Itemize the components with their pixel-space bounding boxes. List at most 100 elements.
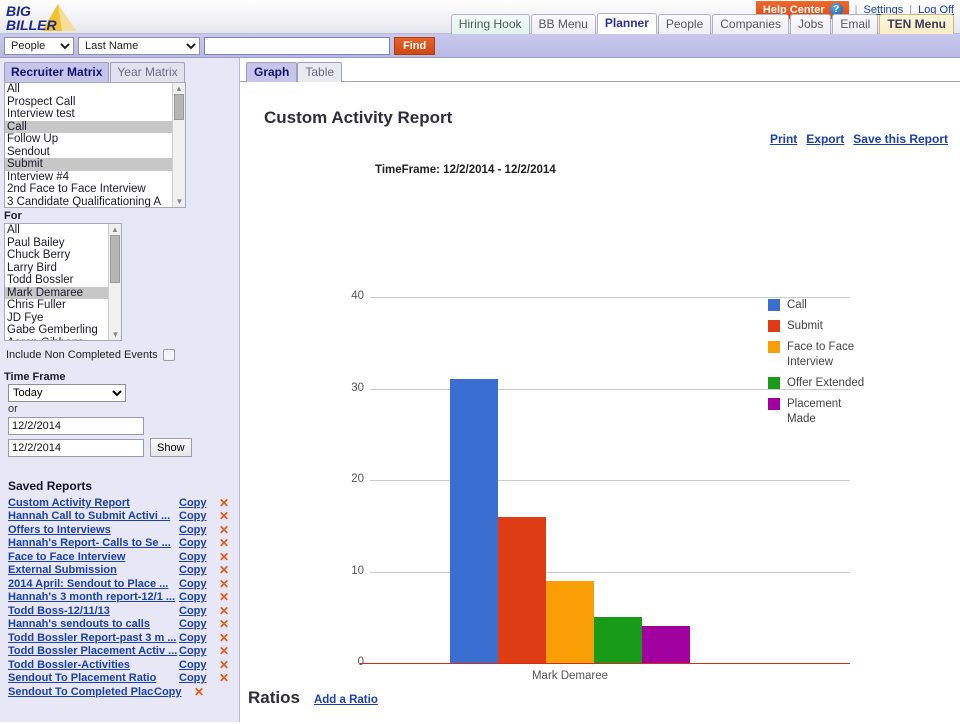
bigbiller-logo[interactable]: BIG BILLER xyxy=(4,1,88,33)
time-frame-select[interactable]: Today xyxy=(8,384,126,402)
list-item[interactable]: 2nd Face to Face Interview xyxy=(5,183,185,196)
recruiter-listbox[interactable]: All Paul Bailey Chuck Berry Larry Bird T… xyxy=(4,223,122,341)
find-button[interactable]: Find xyxy=(394,36,436,55)
copy-link[interactable]: Copy xyxy=(179,605,213,617)
list-item[interactable]: Follow Up xyxy=(5,133,185,146)
nav-tab-planner[interactable]: Planner xyxy=(596,13,657,34)
activity-list-scrollbar[interactable]: ▲ ▼ xyxy=(172,83,185,207)
nav-tab-jobs[interactable]: Jobs xyxy=(789,14,832,34)
list-item[interactable]: Mark Demaree xyxy=(5,286,121,299)
saved-report-link[interactable]: Sendout To Placement Ratio xyxy=(4,672,179,684)
saved-report-link[interactable]: Hannah's sendouts to calls xyxy=(4,618,179,630)
include-non-completed-checkbox[interactable] xyxy=(162,349,175,361)
bar-placement-made[interactable] xyxy=(642,626,690,663)
saved-report-link[interactable]: 2014 April: Sendout to Place ... xyxy=(4,578,179,590)
delete-icon[interactable]: ✕ xyxy=(213,617,235,631)
nav-tab-ten-menu[interactable]: TEN Menu xyxy=(879,14,954,34)
list-item[interactable]: Sendout xyxy=(5,146,185,159)
search-input[interactable] xyxy=(204,36,390,55)
tab-graph[interactable]: Graph xyxy=(246,62,298,82)
delete-icon[interactable]: ✕ xyxy=(213,671,235,685)
list-item[interactable]: Interview test xyxy=(5,108,185,121)
delete-icon[interactable]: ✕ xyxy=(213,658,235,672)
saved-report-link[interactable]: Todd Bossler Report-past 3 m ... xyxy=(4,632,179,644)
list-item[interactable]: All xyxy=(5,83,185,96)
scroll-down-icon[interactable]: ▼ xyxy=(109,329,121,340)
recruiter-list-scrollbar[interactable]: ▲ ▼ xyxy=(108,224,121,340)
nav-tab-hiring-hook[interactable]: Hiring Hook xyxy=(450,14,530,34)
saved-report-link[interactable]: Hannah's 3 month report-12/1 ... xyxy=(4,591,179,603)
saved-report-link[interactable]: Offers to Interviews xyxy=(4,524,179,536)
nav-tab-email[interactable]: Email xyxy=(832,14,879,34)
list-item[interactable]: Paul Bailey xyxy=(5,237,121,250)
delete-icon[interactable]: ✕ xyxy=(213,563,235,577)
list-item[interactable]: 3 Candidate Qualificationing A xyxy=(5,196,185,208)
scroll-down-icon[interactable]: ▼ xyxy=(173,196,185,207)
tab-year-matrix[interactable]: Year Matrix xyxy=(110,62,185,82)
scroll-up-icon[interactable]: ▲ xyxy=(109,224,121,235)
delete-icon[interactable]: ✕ xyxy=(213,523,235,537)
list-item[interactable]: Aaron Gibbons xyxy=(5,337,121,341)
show-button[interactable]: Show xyxy=(150,438,192,457)
list-item[interactable]: Submit xyxy=(5,158,185,171)
scrollbar-thumb[interactable] xyxy=(174,94,184,120)
list-item[interactable]: Larry Bird xyxy=(5,262,121,275)
delete-icon[interactable]: ✕ xyxy=(213,644,235,658)
delete-icon[interactable]: ✕ xyxy=(213,590,235,604)
delete-icon[interactable]: ✕ xyxy=(213,496,235,510)
list-item[interactable]: All xyxy=(5,224,121,237)
saved-report-link[interactable]: Sendout To Completed Placeme ... xyxy=(4,686,154,698)
tab-recruiter-matrix[interactable]: Recruiter Matrix xyxy=(4,62,110,82)
search-field-select[interactable]: Last Name xyxy=(78,36,200,55)
nav-tab-companies[interactable]: Companies xyxy=(712,14,789,34)
list-item[interactable]: Prospect Call xyxy=(5,96,185,109)
saved-report-link[interactable]: Todd Bossler Placement Activ ... xyxy=(4,645,179,657)
copy-link[interactable]: Copy xyxy=(179,551,213,563)
copy-link[interactable]: Copy xyxy=(179,632,213,644)
nav-tab-bb-menu[interactable]: BB Menu xyxy=(530,14,596,34)
saved-report-link[interactable]: Face to Face Interview xyxy=(4,551,179,563)
delete-icon[interactable]: ✕ xyxy=(213,550,235,564)
bar-face-to-face-interview[interactable] xyxy=(546,581,594,663)
saved-report-link[interactable]: External Submission xyxy=(4,564,179,576)
list-item[interactable]: Chris Fuller xyxy=(5,299,121,312)
date-to-input[interactable] xyxy=(8,438,144,457)
saved-report-link[interactable]: Hannah's Report- Calls to Se ... xyxy=(4,537,179,549)
copy-link[interactable]: Copy xyxy=(179,537,213,549)
saved-report-link[interactable]: Todd Boss-12/11/13 xyxy=(4,605,179,617)
list-item[interactable]: Call xyxy=(5,120,185,133)
copy-link[interactable]: Copy xyxy=(179,645,213,657)
bar-call[interactable] xyxy=(450,379,498,663)
delete-icon[interactable]: ✕ xyxy=(213,577,235,591)
copy-link[interactable]: Copy xyxy=(179,659,213,671)
copy-link[interactable]: Copy xyxy=(179,618,213,630)
bar-offer-extended[interactable] xyxy=(594,617,642,663)
date-from-input[interactable] xyxy=(8,417,144,435)
copy-link[interactable]: Copy xyxy=(179,564,213,576)
delete-icon[interactable]: ✕ xyxy=(213,536,235,550)
saved-report-link[interactable]: Custom Activity Report xyxy=(4,497,179,509)
copy-link[interactable]: Copy xyxy=(179,578,213,590)
delete-icon[interactable]: ✕ xyxy=(188,685,210,699)
copy-link[interactable]: Copy xyxy=(179,672,213,684)
bar-submit[interactable] xyxy=(498,517,546,663)
add-ratio-link[interactable]: Add a Ratio xyxy=(314,694,378,706)
copy-link[interactable]: Copy xyxy=(154,686,188,698)
delete-icon[interactable]: ✕ xyxy=(213,509,235,523)
delete-icon[interactable]: ✕ xyxy=(213,631,235,645)
list-item[interactable]: Gabe Gemberling xyxy=(5,324,121,337)
activity-type-listbox[interactable]: All Prospect Call Interview test Call Fo… xyxy=(4,82,186,208)
list-item[interactable]: Todd Bossler xyxy=(5,274,121,287)
saved-report-link[interactable]: Todd Bossler-Activities xyxy=(4,659,179,671)
list-item[interactable]: Interview #4 xyxy=(5,171,185,184)
nav-tab-people[interactable]: People xyxy=(657,14,712,34)
copy-link[interactable]: Copy xyxy=(179,497,213,509)
search-module-select[interactable]: People xyxy=(4,36,74,55)
copy-link[interactable]: Copy xyxy=(179,524,213,536)
copy-link[interactable]: Copy xyxy=(179,591,213,603)
saved-report-link[interactable]: Hannah Call to Submit Activi ... xyxy=(4,510,179,522)
scroll-up-icon[interactable]: ▲ xyxy=(173,83,185,94)
tab-table[interactable]: Table xyxy=(297,62,343,82)
scrollbar-thumb[interactable] xyxy=(110,235,120,283)
list-item[interactable]: JD Fye xyxy=(5,312,121,325)
